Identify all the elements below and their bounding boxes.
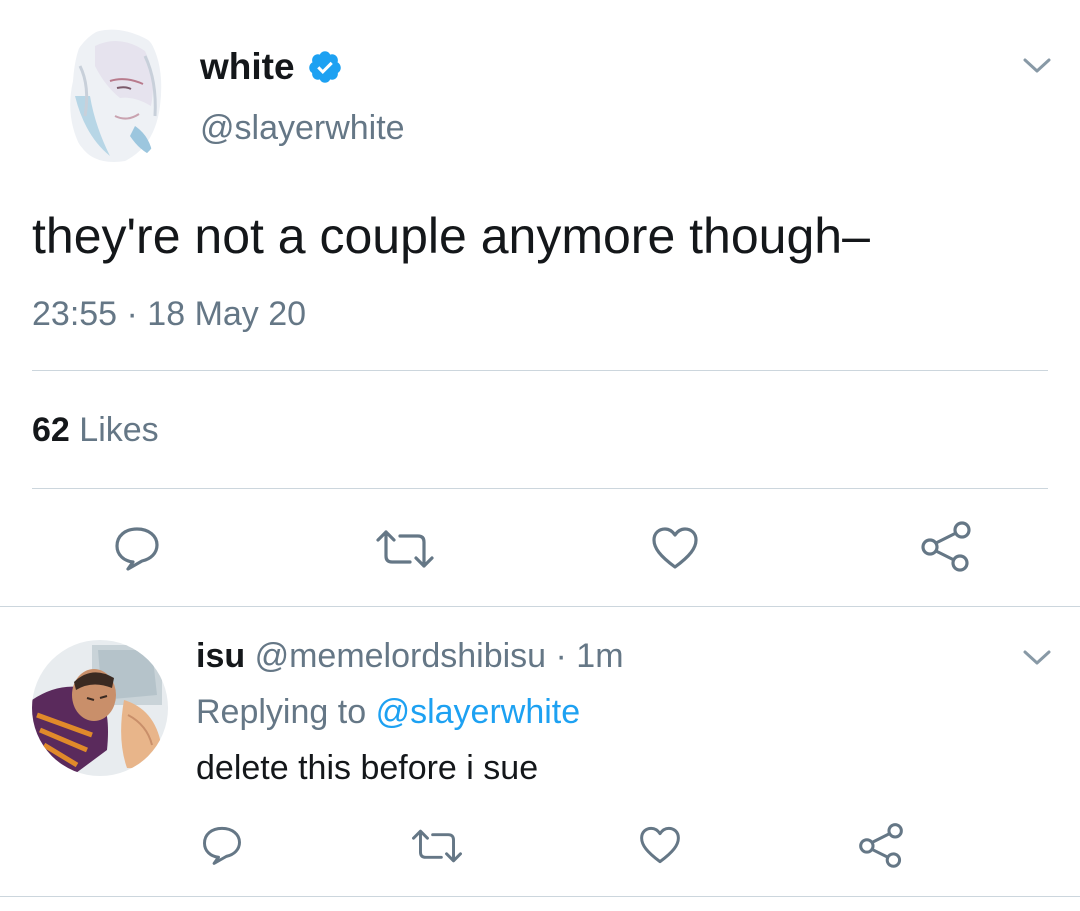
tweet-detail-page: white @slayerwhite they're not a couple … [0,0,1080,911]
replying-prefix: Replying to [196,693,367,731]
reply-icon[interactable] [112,524,162,572]
reply-text: delete this before i sue [196,749,539,787]
author-handle[interactable]: @slayerwhite [200,108,405,148]
divider [0,896,1080,897]
reply-icon[interactable] [200,824,244,866]
verified-badge-icon [307,49,343,85]
author-name-row: white [200,46,343,88]
reply-handle-time[interactable]: @memelordshibisu · 1m [255,637,624,675]
avatar-illustration [65,26,169,166]
divider [32,370,1048,371]
author-name[interactable]: white [200,46,295,88]
retweet-icon[interactable] [374,526,436,572]
replying-to-line: Replying to @slayerwhite [196,692,580,732]
like-icon[interactable] [638,824,682,866]
divider [32,488,1048,489]
reply-author-avatar[interactable] [32,640,168,776]
replying-to-mention[interactable]: @slayerwhite [376,693,581,731]
divider [0,606,1080,607]
likes-stat[interactable]: 62 Likes [32,410,159,450]
likes-label: Likes [79,411,159,449]
reply-header: isu @memelordshibisu · 1m [196,636,624,676]
likes-count: 62 [32,411,70,449]
reply-author-name[interactable]: isu [196,637,245,675]
share-icon[interactable] [858,822,904,868]
share-icon[interactable] [920,520,972,572]
chevron-down-icon[interactable] [1022,648,1052,668]
retweet-icon[interactable] [410,826,464,866]
tweet-timestamp[interactable]: 23:55 · 18 May 20 [32,294,306,334]
author-avatar[interactable] [65,26,169,166]
avatar-illustration [32,640,168,776]
tweet-text: they're not a couple anymore though– [32,208,870,264]
like-icon[interactable] [650,524,700,572]
chevron-down-icon[interactable] [1022,56,1052,76]
